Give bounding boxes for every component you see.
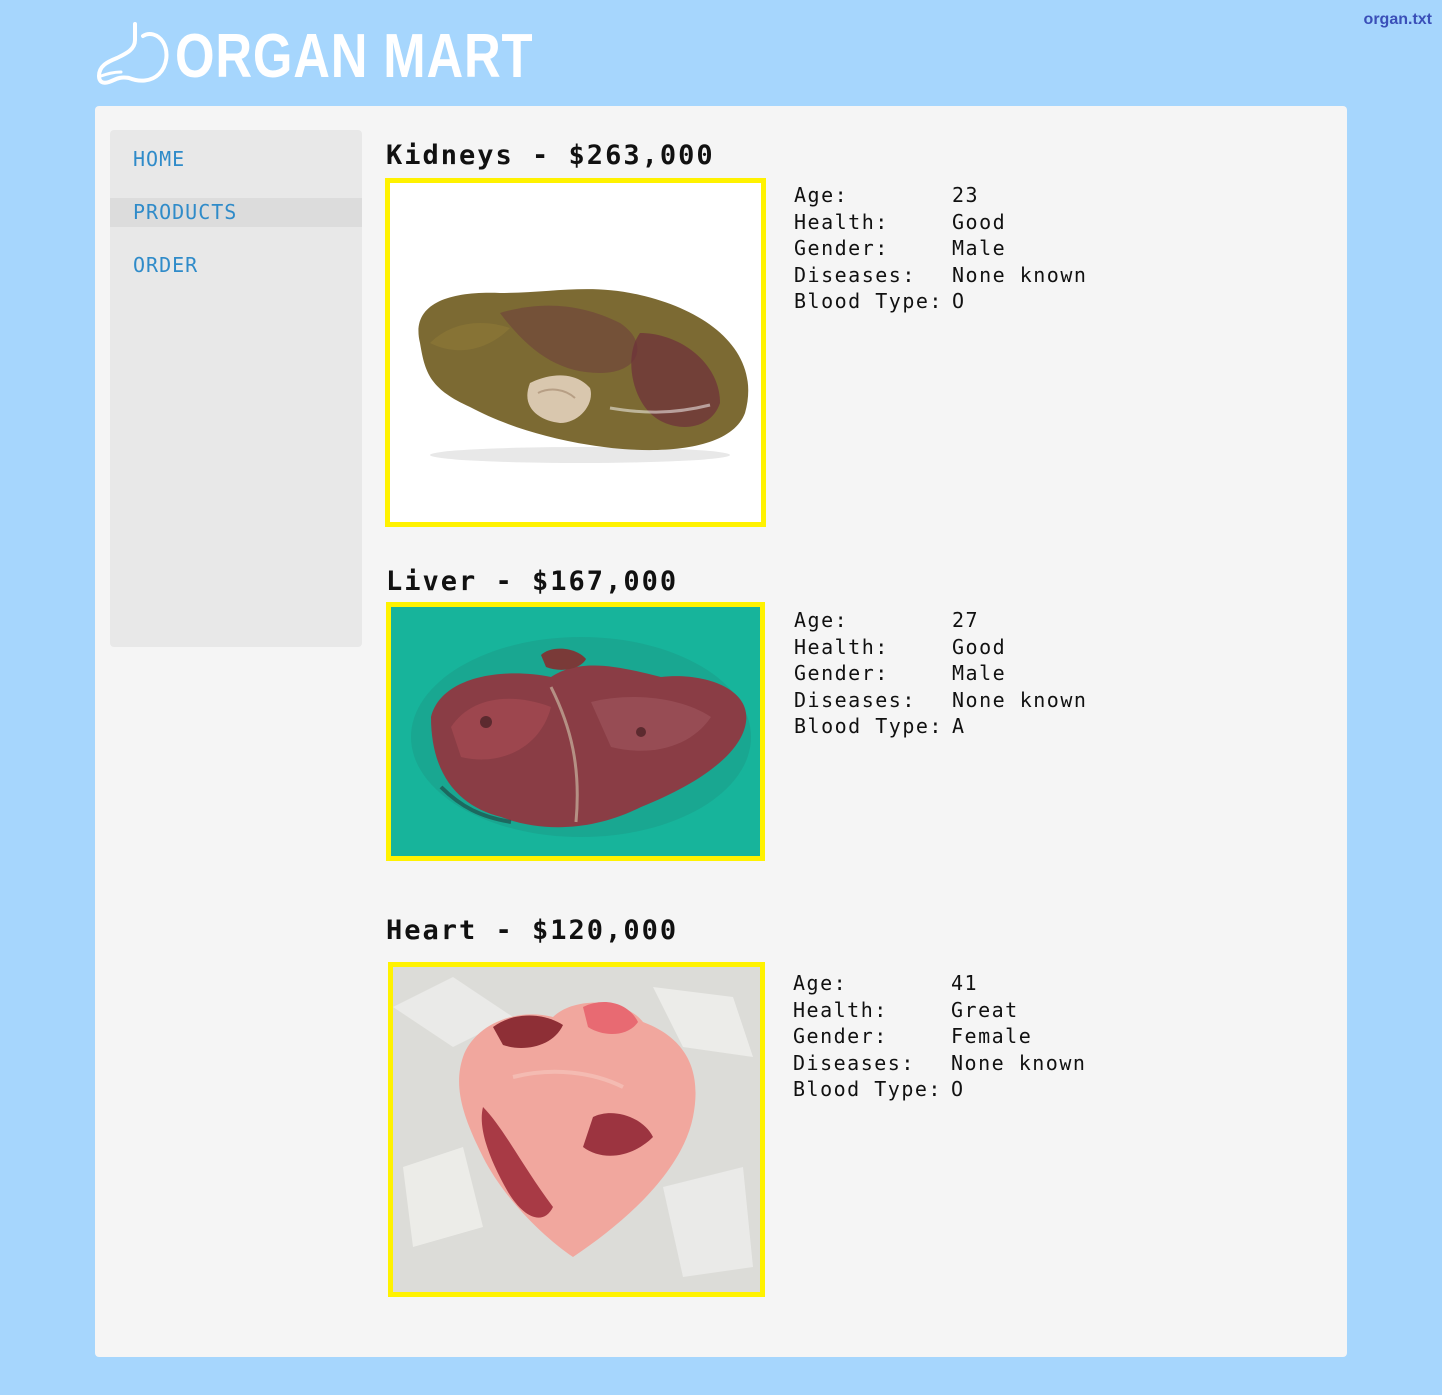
spec-label-diseases: Diseases:	[794, 687, 916, 712]
nav-products[interactable]: PRODUCTS	[110, 198, 362, 227]
spec-value-gender: Female	[951, 1024, 1033, 1048]
spec-value-age: 23	[952, 183, 980, 207]
kidney-image	[385, 178, 766, 527]
spec-label-diseases: Diseases:	[793, 1050, 915, 1075]
product-heart: Heart - $120,000	[386, 913, 678, 949]
sidebar-nav: HOME PRODUCTS ORDER	[110, 130, 362, 647]
spec-value-age: 41	[951, 971, 979, 995]
spec-label-gender: Gender:	[793, 1024, 888, 1048]
spec-label-gender: Gender:	[794, 661, 889, 685]
liver-image	[386, 602, 765, 861]
organ-txt-link[interactable]: organ.txt	[1364, 11, 1432, 29]
spec-label-age: Age:	[794, 608, 849, 632]
spec-label-age: Age:	[794, 183, 849, 207]
product-title: Heart - $120,000	[386, 915, 679, 946]
product-liver: Liver - $167,000	[386, 564, 678, 600]
spec-label-age: Age:	[793, 971, 848, 995]
spec-label-blood-type: Blood Type:	[794, 289, 943, 313]
site-title: ORGAN MART	[175, 22, 534, 91]
spec-value-blood-type: O	[952, 289, 966, 313]
kidneys-specs: Age: 23 Health: Good Gender: Male Diseases:…	[794, 182, 1087, 315]
spec-label-health: Health:	[793, 997, 888, 1022]
spec-value-blood-type: A	[952, 714, 966, 738]
spec-label-health: Health:	[794, 209, 889, 234]
spec-value-health: Good	[952, 634, 1007, 659]
spec-value-diseases: None known	[952, 687, 1088, 712]
nav-home[interactable]: HOME	[110, 145, 362, 174]
spec-label-diseases: Diseases:	[794, 262, 916, 287]
heart-specs: Age: 41 Health: Great Gender: Female Diseas…	[793, 970, 1086, 1103]
spec-label-blood-type: Blood Type:	[793, 1077, 942, 1101]
spec-value-gender: Male	[952, 236, 1007, 260]
spec-value-health: Good	[952, 209, 1007, 234]
spec-value-diseases: None known	[952, 262, 1088, 287]
product-kidneys: Kidneys - $263,000	[386, 138, 715, 174]
stomach-icon	[97, 22, 169, 85]
spec-label-blood-type: Blood Type:	[794, 714, 943, 738]
spec-value-age: 27	[952, 608, 980, 632]
spec-value-diseases: None known	[951, 1050, 1087, 1075]
spec-value-health: Great	[951, 997, 1019, 1022]
liver-specs: Age: 27 Health: Good Gender: Male Diseases:…	[794, 607, 1087, 740]
nav-order[interactable]: ORDER	[110, 251, 362, 280]
spec-label-health: Health:	[794, 634, 889, 659]
product-title: Kidneys - $263,000	[386, 140, 715, 171]
spec-value-blood-type: O	[951, 1077, 965, 1101]
heart-image	[388, 962, 765, 1297]
product-title: Liver - $167,000	[386, 566, 679, 597]
spec-label-gender: Gender:	[794, 236, 889, 260]
site-logo[interactable]: ORGAN MART	[95, 14, 612, 91]
spec-value-gender: Male	[952, 661, 1007, 685]
content-panel: HOME PRODUCTS ORDER Kidneys - $263,000 A…	[95, 106, 1347, 1357]
